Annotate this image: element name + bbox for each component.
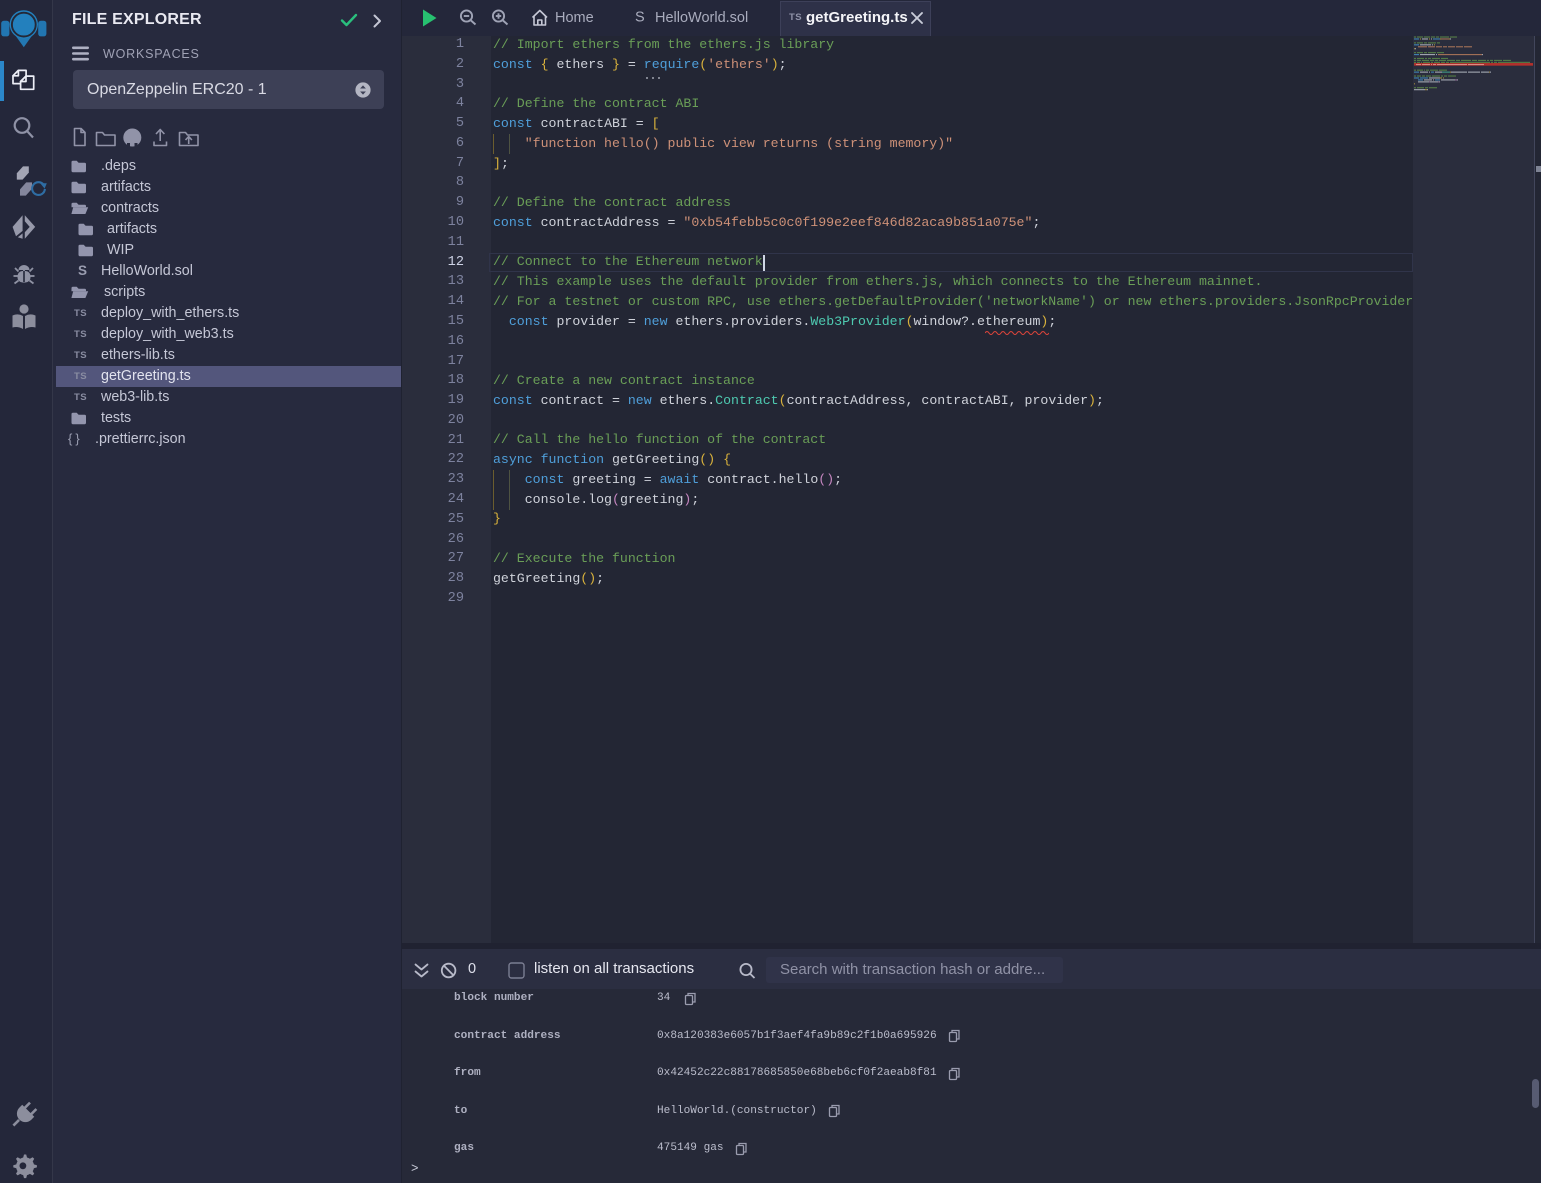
svg-text:S: S bbox=[635, 10, 645, 26]
